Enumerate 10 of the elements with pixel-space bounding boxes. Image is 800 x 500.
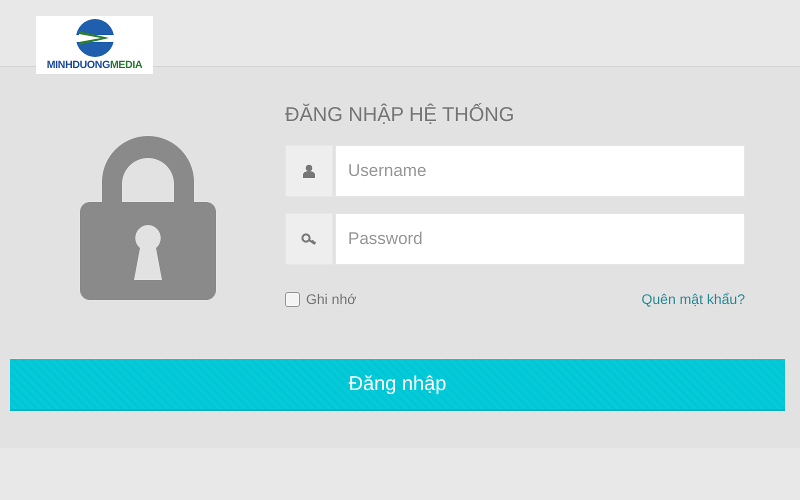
logo-text: MINHDUONGMEDIA bbox=[46, 59, 142, 71]
password-field[interactable]: Password bbox=[335, 213, 745, 265]
username-field[interactable]: Username bbox=[335, 145, 745, 197]
form-title: ĐĂNG NHẬP HỆ THỐNG bbox=[285, 104, 516, 127]
login-button[interactable]: Đăng nhập bbox=[10, 359, 785, 411]
key-icon bbox=[285, 213, 333, 265]
user-icon bbox=[285, 145, 333, 197]
forgot-password-link[interactable]: Quên mật khẩu? bbox=[641, 291, 745, 307]
remember-checkbox[interactable] bbox=[285, 292, 300, 306]
remember-label: Ghi nhớ bbox=[306, 291, 356, 307]
